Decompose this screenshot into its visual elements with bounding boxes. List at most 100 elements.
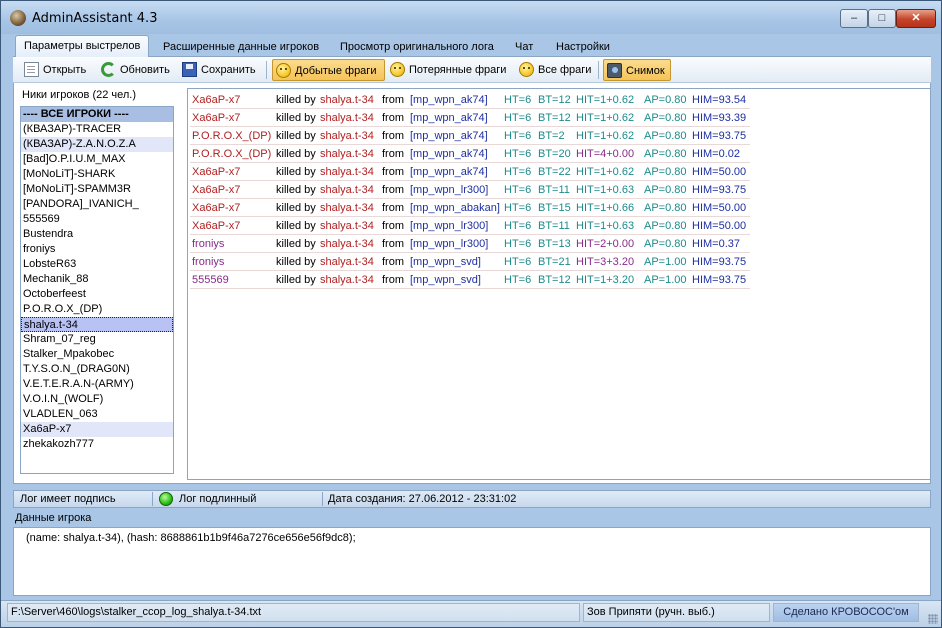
frag-him: HIM=93.75 [692,256,747,268]
player-list-item[interactable]: shalya.t-34 [21,317,173,332]
log-created-date: Дата создания: 27.06.2012 - 23:31:02 [328,493,517,505]
earned-frags-button[interactable]: Добытые фраги [272,59,385,81]
frag-row[interactable]: P.O.R.O.X_(DP) killed by shalya.t-34 from [m… [190,146,750,163]
frag-from: from [382,238,404,250]
frag-killer: Xa6aP-x7 [192,184,241,196]
earned-frags-label: Добытые фраги [295,65,377,77]
resize-grip-icon[interactable] [928,614,938,624]
player-list-item[interactable]: [PANDORA]_IVANICH_ [21,197,173,212]
frag-killed-by: killed by [276,202,316,214]
frag-from: from [382,112,404,124]
log-status-strip: Лог имеет подпись Лог подлинный Дата соз… [13,490,931,508]
credit-field: Сделано КРОВОСОС'ом [773,603,919,622]
save-button[interactable]: Сохранить [179,59,260,81]
frag-list[interactable]: Xa6aP-x7 killed by shalya.t-34 from [mp_wpn_… [187,88,931,480]
frag-from: from [382,166,404,178]
save-label: Сохранить [201,64,256,76]
frag-row[interactable]: Xa6aP-x7 killed by shalya.t-34 from [mp_wpn_… [190,92,750,109]
refresh-icon [101,62,116,77]
frag-row[interactable]: froniys killed by shalya.t-34 from [mp_wpn_l… [190,236,750,253]
frag-ap: AP=0.80 [644,166,687,178]
player-list-item[interactable]: P.O.R.O.X_(DP) [21,302,173,317]
player-list-item[interactable]: T.Y.S.O.N_(DRAG0N) [21,362,173,377]
status-separator [322,492,323,506]
minimize-button[interactable]: – [840,9,868,28]
frag-ht: HT=6 [504,130,532,142]
frag-him: HIM=93.39 [692,112,747,124]
frag-killer: Xa6aP-x7 [192,220,241,232]
frag-row[interactable]: froniys killed by shalya.t-34 from [mp_wpn_s… [190,254,750,271]
smiley-icon [519,62,534,77]
lost-frags-button[interactable]: Потерянные фраги [387,59,510,81]
toolbar-separator [266,61,267,79]
player-list-item[interactable]: LobsteR63 [21,257,173,272]
player-list-item[interactable]: VLADLEN_063 [21,407,173,422]
close-button[interactable]: ✕ [896,9,936,28]
player-list-all-players[interactable]: ---- ВСЕ ИГРОКИ ---- [21,107,173,122]
player-list[interactable]: ---- ВСЕ ИГРОКИ ---- (КВАЗАР)-TRACER (КВАЗ… [20,106,174,474]
player-list-item[interactable]: Octoberfeest [21,287,173,302]
frag-weapon: [mp_wpn_abakan] [410,202,500,214]
frag-row[interactable]: Xa6aP-x7 killed by shalya.t-34 from [mp_wpn_… [190,182,750,199]
player-list-item[interactable]: (КВАЗАР)-TRACER [21,122,173,137]
frag-killed-by: killed by [276,166,316,178]
frag-row[interactable]: Xa6aP-x7 killed by shalya.t-34 from [mp_wpn_… [190,164,750,181]
player-list-item[interactable]: V.O.I.N_(WOLF) [21,392,173,407]
open-button[interactable]: Открыть [21,59,90,81]
all-frags-button[interactable]: Все фраги [516,59,595,81]
refresh-button[interactable]: Обновить [98,59,174,81]
frag-weapon: [mp_wpn_ak74] [410,112,488,124]
player-list-item[interactable]: Mechanik_88 [21,272,173,287]
frag-row[interactable]: 555569 killed by shalya.t-34 from [mp_wpn_sv… [190,272,750,289]
frag-ap: AP=0.80 [644,202,687,214]
frag-weapon: [mp_wpn_svd] [410,256,481,268]
maximize-button[interactable]: □ [868,9,896,28]
player-list-item[interactable]: froniys [21,242,173,257]
player-list-item[interactable]: Xa6aP-x7 [21,422,173,437]
player-list-item[interactable]: (КВАЗАР)-Z.A.N.O.Z.A [21,137,173,152]
frag-row[interactable]: P.O.R.O.X_(DP) killed by shalya.t-34 from [m… [190,128,750,145]
frag-ht: HT=6 [504,256,532,268]
frag-row[interactable]: Xa6aP-x7 killed by shalya.t-34 from [mp_wpn_… [190,218,750,235]
player-list-item[interactable]: [MoNoLiT]-SPAMM3R [21,182,173,197]
toolbar: Открыть Обновить Сохранить Добытые фраги… [13,57,931,83]
open-label: Открыть [43,64,87,76]
frag-killer: 555569 [192,274,229,286]
player-list-item[interactable]: zhekakozh777 [21,437,173,452]
player-data-box[interactable]: (name: shalya.t-34), (hash: 8688861b1b9f… [13,527,931,596]
frag-ap: AP=0.80 [644,220,687,232]
frag-killer: Xa6aP-x7 [192,94,241,106]
snapshot-button[interactable]: Снимок [603,59,671,81]
frag-him: HIM=50.00 [692,166,747,178]
green-status-led-icon [159,492,173,506]
frag-victim: shalya.t-34 [320,184,374,196]
player-list-item[interactable]: Bustendra [21,227,173,242]
frag-ap: AP=0.80 [644,130,687,142]
frag-ht: HT=6 [504,148,532,160]
frag-victim: shalya.t-34 [320,166,374,178]
frag-row[interactable]: Xa6aP-x7 killed by shalya.t-34 from [mp_wpn_… [190,200,750,217]
frag-bt: BT=12 [538,94,571,106]
title-bar[interactable]: AdminAssistant 4.3 – □ ✕ [1,1,941,34]
player-list-item[interactable]: Stalker_Mpakobec [21,347,173,362]
player-list-item[interactable]: V.E.T.E.R.A.N-(ARMY) [21,377,173,392]
player-list-item[interactable]: 555569 [21,212,173,227]
frag-victim: shalya.t-34 [320,130,374,142]
tab-chat[interactable]: Чат [507,37,541,57]
player-list-item[interactable]: [MoNoLiT]-SHARK [21,167,173,182]
tab-extended-player-data[interactable]: Расширенные данные игроков [155,37,327,57]
frag-hit: HIT=1+0.62 [576,112,635,124]
tab-settings[interactable]: Настройки [548,37,618,57]
tab-original-log[interactable]: Просмотр оригинального лога [332,37,502,57]
frag-row[interactable]: Xa6aP-x7 killed by shalya.t-34 from [mp_wpn_… [190,110,750,127]
frag-victim: shalya.t-34 [320,274,374,286]
player-list-item[interactable]: [Bad]O.P.I.U.M_MAX [21,152,173,167]
player-list-item[interactable]: Shram_07_reg [21,332,173,347]
frag-killed-by: killed by [276,94,316,106]
frag-him: HIM=93.75 [692,184,747,196]
frag-bt: BT=11 [538,220,570,232]
frag-bt: BT=20 [538,148,571,160]
status-separator [152,492,153,506]
tab-shot-params[interactable]: Параметры выстрелов [15,35,150,58]
frag-killed-by: killed by [276,274,316,286]
